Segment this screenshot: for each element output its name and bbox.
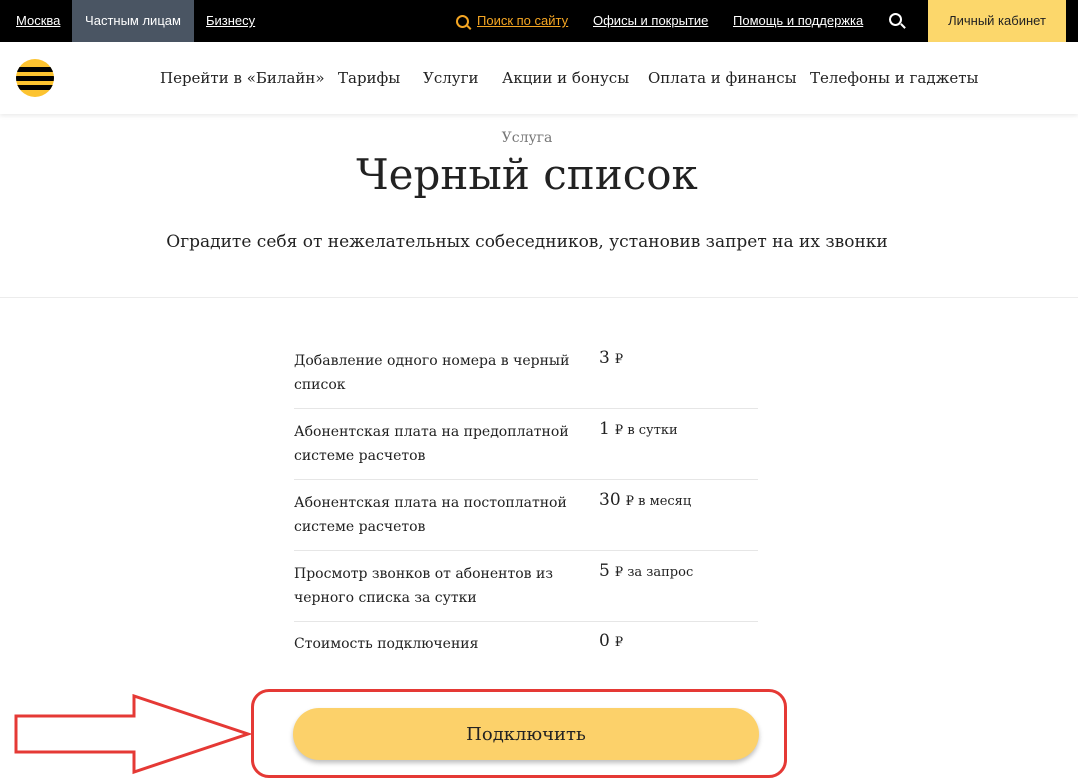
page-title: Черный список [356, 150, 698, 199]
top-bar: Москва Частным лицам Бизнесу Поиск по са… [0, 0, 1078, 42]
price-label: Просмотр звонков от абонентов из черного… [294, 566, 553, 606]
price-row: Абонентская плата на предоплатной систем… [294, 409, 758, 480]
price-value: 3 ₽ [599, 348, 624, 368]
divider [0, 297, 1078, 298]
segment-business[interactable]: Бизнесу [206, 0, 255, 42]
price-label: Добавление одного номера в черный список [294, 353, 570, 393]
price-row: Абонентская плата на постоплатной систем… [294, 480, 758, 551]
site-search-link[interactable]: Поиск по сайту [456, 0, 568, 42]
nav-item-phones[interactable]: Телефоны и гаджеты [810, 42, 978, 114]
search-icon [456, 14, 469, 28]
price-label: Стоимость подключения [294, 636, 479, 652]
price-value: 5 ₽ за запрос [599, 561, 694, 581]
nav-item-tariffs[interactable]: Тарифы [338, 42, 400, 114]
price-value: 0 ₽ [599, 631, 624, 651]
price-value: 1 ₽ в сутки [599, 419, 678, 439]
price-list: Добавление одного номера в черный список… [294, 340, 758, 672]
segment-private-label: Частным лицам [85, 13, 181, 28]
price-label: Абонентская плата на предоплатной систем… [294, 424, 569, 464]
search-icon[interactable] [889, 13, 906, 29]
price-row: Добавление одного номера в черный список… [294, 340, 758, 409]
personal-cabinet-button[interactable]: Личный кабинет [928, 0, 1066, 42]
nav-item-services[interactable]: Услуги [423, 42, 478, 114]
page-subtitle: Оградите себя от нежелательных собеседни… [166, 232, 888, 252]
help-link[interactable]: Помощь и поддержка [733, 0, 863, 42]
breadcrumb: Услуга [501, 130, 553, 146]
price-row: Стоимость подключения 0 ₽ [294, 622, 758, 672]
city-selector[interactable]: Москва [16, 0, 60, 42]
beeline-logo-icon[interactable] [16, 59, 54, 97]
nav-item-go-to-beeline[interactable]: Перейти в «Билайн» [160, 42, 325, 114]
price-label: Абонентская плата на постоплатной систем… [294, 495, 567, 535]
main-nav: Перейти в «Билайн» Тарифы Услуги Акции и… [0, 42, 1078, 114]
site-search-label: Поиск по сайту [477, 13, 569, 28]
price-value: 30 ₽ в месяц [599, 490, 692, 510]
segment-private[interactable]: Частным лицам [72, 0, 194, 42]
annotation-arrow-icon [14, 694, 253, 775]
offices-link[interactable]: Офисы и покрытие [593, 0, 708, 42]
nav-item-payments[interactable]: Оплата и финансы [648, 42, 797, 114]
connect-button[interactable]: Подключить [293, 708, 759, 760]
nav-item-promos[interactable]: Акции и бонусы [502, 42, 629, 114]
price-row: Просмотр звонков от абонентов из черного… [294, 551, 758, 622]
